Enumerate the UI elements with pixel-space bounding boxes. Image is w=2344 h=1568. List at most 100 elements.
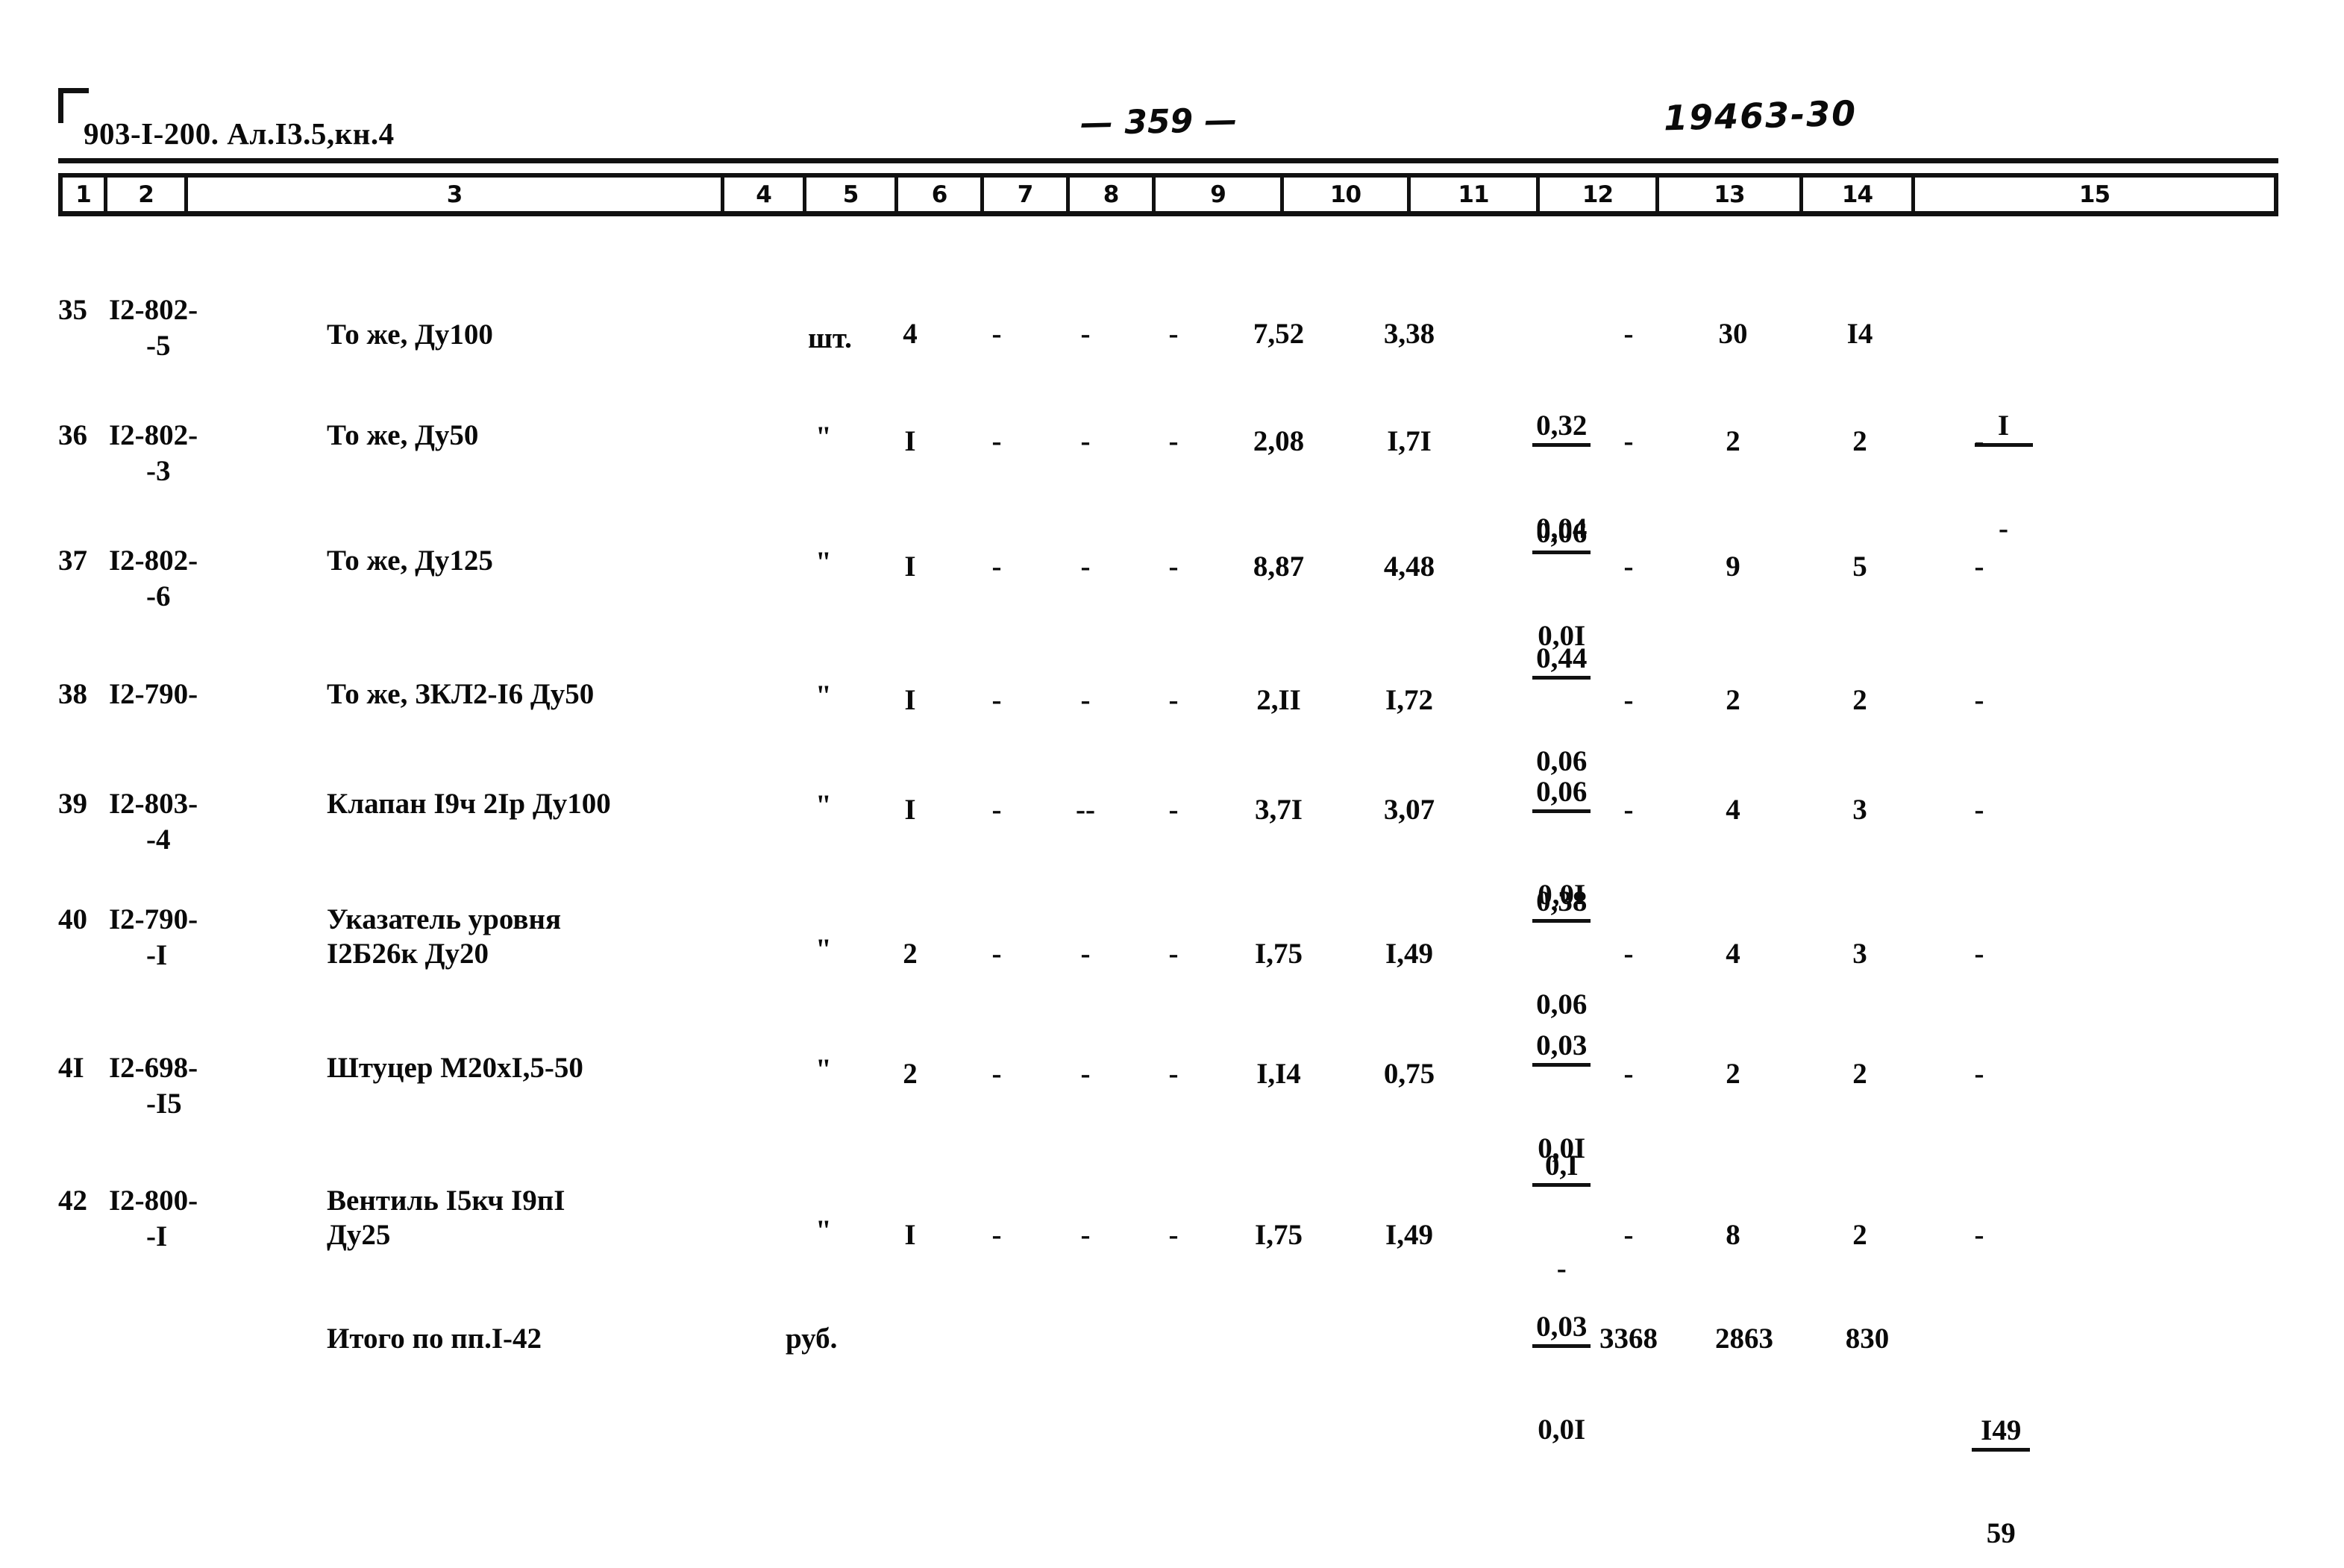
- row-description-line1: Штуцер M20xI,5-50: [327, 1052, 583, 1084]
- row-col15: -: [1974, 684, 1984, 716]
- row-col10: I,49: [1385, 938, 1433, 970]
- row-col13: 2: [1726, 1058, 1740, 1090]
- row-col11-numerator: 0,44: [1532, 642, 1591, 680]
- column-header-7: 7: [984, 178, 1070, 211]
- total-label: Итого по пп.I-42: [327, 1323, 542, 1355]
- column-header-6: 6: [898, 178, 984, 211]
- total-col15-denominator: 59: [1986, 1517, 2016, 1549]
- row-unit: ": [815, 1214, 832, 1246]
- row-item-number: 37: [58, 545, 87, 577]
- row-col10: I,7I: [1387, 425, 1432, 457]
- row-col12: -: [1623, 551, 1634, 583]
- row-col13: 2: [1726, 425, 1740, 457]
- row-col15: -: [1974, 425, 1984, 457]
- row-col9: I,75: [1255, 1219, 1303, 1251]
- row-code-line2: -I5: [146, 1088, 182, 1120]
- row-col14: 3: [1852, 794, 1867, 826]
- row-col10: I,72: [1385, 684, 1433, 716]
- column-header-15: 15: [2078, 181, 2110, 208]
- row-col10: 4,48: [1383, 551, 1435, 583]
- column-header-11: 11: [1411, 178, 1540, 211]
- row-col5: I: [904, 684, 916, 716]
- row-code-line1: I2-802-: [109, 419, 198, 451]
- row-col5: 2: [903, 1058, 918, 1090]
- row-col5: I: [904, 551, 916, 583]
- row-code-line1: I2-698-: [109, 1052, 198, 1084]
- archive-stamp-number: 19463-30: [1663, 92, 1858, 139]
- row-col14: 3: [1852, 938, 1867, 970]
- row-description-line1: Вентиль I5кч I9пI: [327, 1185, 565, 1217]
- column-header-8: 8: [1070, 178, 1156, 211]
- page-number-dash-right: —: [1203, 101, 1238, 140]
- row-col15: -: [1974, 1058, 1984, 1090]
- row-col5: I: [904, 1219, 916, 1251]
- row-col5: 4: [903, 318, 918, 350]
- row-description-line1: Указатель уровня: [327, 903, 562, 935]
- row-description-line1: То же, Ду125: [327, 545, 493, 577]
- row-col14: I4: [1846, 318, 1873, 350]
- row-col7: -: [1080, 318, 1091, 350]
- total-col14: 830: [1845, 1323, 1890, 1355]
- row-description-line2: Ду25: [327, 1219, 391, 1251]
- row-unit: шт.: [808, 322, 852, 354]
- row-col9: I,I4: [1256, 1058, 1301, 1090]
- row-col14: 2: [1852, 425, 1867, 457]
- row-item-number: 40: [58, 903, 87, 935]
- row-col13: 30: [1718, 318, 1748, 350]
- row-col15: -: [1974, 938, 1984, 970]
- row-col8: -: [1168, 551, 1179, 583]
- row-col6: -: [991, 318, 1002, 350]
- row-item-number: 36: [58, 419, 87, 451]
- row-col13: 2: [1726, 684, 1740, 716]
- row-col7: -: [1080, 938, 1091, 970]
- row-col9: 2,II: [1256, 684, 1301, 716]
- row-code-line1: I2-790-: [109, 903, 198, 935]
- row-description-line2: I2Б26к Ду20: [327, 938, 489, 970]
- total-col15: I49 59: [1923, 1318, 2035, 1568]
- row-code-line1: I2-803-: [109, 788, 198, 820]
- row-col8: -: [1168, 684, 1179, 716]
- row-col8: -: [1168, 318, 1179, 350]
- row-col6: -: [991, 1219, 1002, 1251]
- column-header-9: 9: [1156, 178, 1284, 211]
- row-col9: 3,7I: [1255, 794, 1303, 826]
- row-col8: -: [1168, 938, 1179, 970]
- row-col12: -: [1623, 938, 1634, 970]
- row-col7: --: [1076, 794, 1095, 826]
- row-col7: -: [1080, 1058, 1091, 1090]
- row-col12: -: [1623, 1219, 1634, 1251]
- row-col10: 3,07: [1383, 794, 1435, 826]
- total-col15-fraction: I49 59: [1972, 1351, 2031, 1568]
- row-col9: 2,08: [1253, 425, 1305, 457]
- column-header-5: 5: [806, 178, 898, 211]
- row-col7: -: [1080, 551, 1091, 583]
- row-col11-numerator: 0,I: [1532, 1150, 1591, 1187]
- row-code-line2: -I: [146, 939, 168, 971]
- row-col14: 2: [1852, 1219, 1867, 1251]
- row-col13: 4: [1726, 794, 1740, 826]
- row-col12: -: [1623, 318, 1634, 350]
- row-unit: ": [815, 421, 832, 453]
- row-unit: ": [815, 1053, 832, 1085]
- row-col5: I: [904, 425, 916, 457]
- row-description-line1: То же, Ду50: [327, 419, 479, 451]
- row-col7: -: [1080, 684, 1091, 716]
- row-unit: ": [815, 680, 832, 712]
- table-column-header-row: 1 2 3 4 5 6 7 8 9 10 11 12 13 14 15: [58, 173, 2278, 216]
- row-code-line1: I2-802-: [109, 545, 198, 577]
- column-header-12: 12: [1540, 178, 1659, 211]
- row-col13: 4: [1726, 938, 1740, 970]
- total-unit: руб.: [786, 1323, 838, 1355]
- row-col5: I: [904, 794, 916, 826]
- row-code-line2: -6: [146, 580, 171, 612]
- row-col10: I,49: [1385, 1219, 1433, 1251]
- row-col15: -: [1974, 551, 1984, 583]
- column-header-3: 3: [188, 178, 724, 211]
- row-col6: -: [991, 1058, 1002, 1090]
- page-number: — 359 —: [1079, 101, 1238, 142]
- row-col5: 2: [903, 938, 918, 970]
- column-header-10: 10: [1284, 178, 1411, 211]
- row-col12: -: [1623, 794, 1634, 826]
- column-header-2: 2: [107, 178, 188, 211]
- row-item-number: 38: [58, 678, 87, 710]
